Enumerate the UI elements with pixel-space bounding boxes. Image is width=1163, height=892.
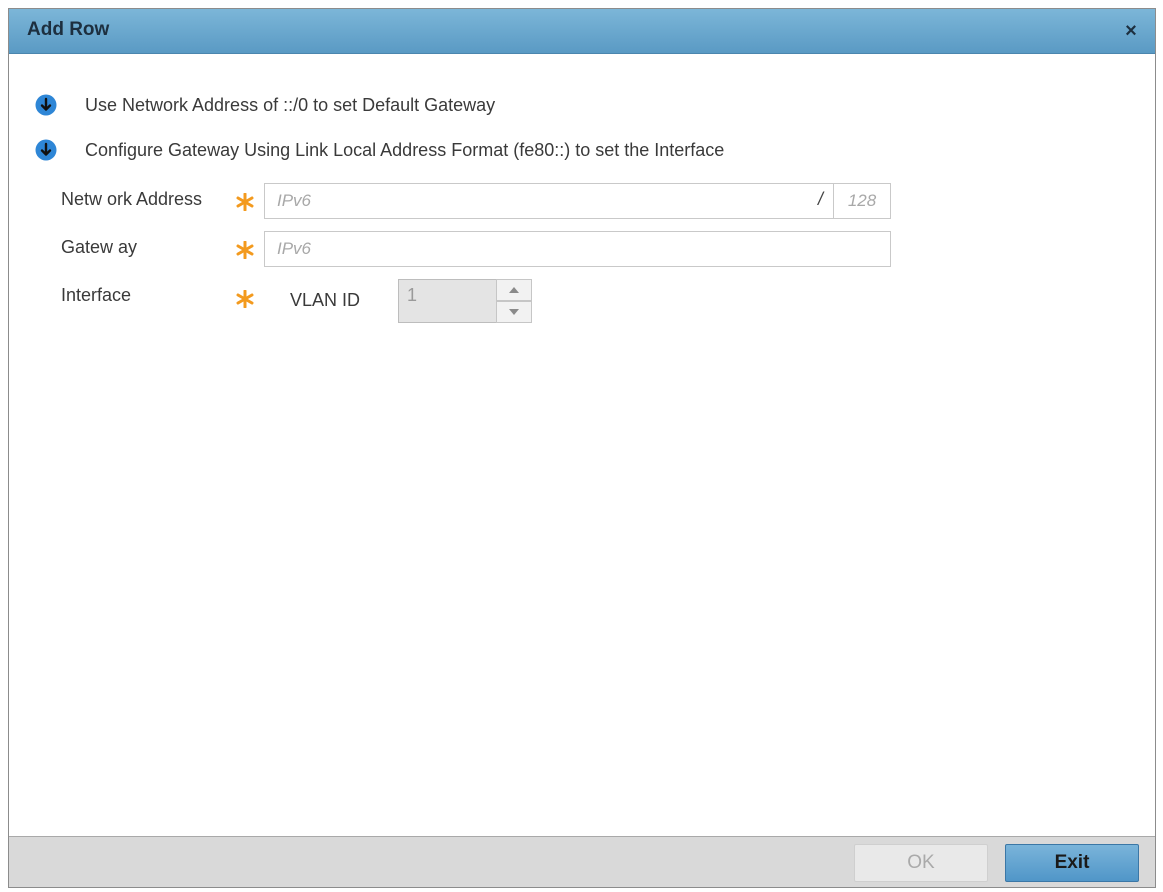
dialog-title-bar: Add Row × (9, 9, 1155, 54)
vlan-decrement-button[interactable] (496, 301, 532, 323)
info-line-link-local: Configure Gateway Using Link Local Addre… (35, 138, 724, 162)
prefix-separator: / (818, 189, 824, 209)
arrow-down-icon (509, 309, 519, 315)
close-icon[interactable]: × (1121, 21, 1141, 41)
info-text: Use Network Address of ::/0 to set Defau… (85, 94, 496, 115)
arrow-down-circle-icon (35, 94, 57, 116)
exit-button[interactable]: Exit (1005, 844, 1139, 882)
required-star-icon (236, 193, 254, 211)
dialog-footer: OK Exit (9, 836, 1155, 887)
vlan-id-input[interactable]: 1 (398, 279, 498, 323)
network-address-label: Netw ork Address (61, 189, 203, 209)
interface-label: Interface (61, 285, 132, 305)
arrow-up-icon (509, 287, 519, 293)
vlan-id-label: VLAN ID (290, 290, 361, 310)
dialog-title: Add Row (27, 19, 110, 40)
required-star-icon (236, 290, 254, 308)
vlan-increment-button[interactable] (496, 279, 532, 301)
add-row-dialog: Add Row × Use Network Address of ::/0 to… (8, 8, 1156, 888)
gateway-input[interactable]: IPv6 (264, 231, 891, 267)
required-star-icon (236, 241, 254, 259)
prefix-length-input[interactable]: 128 (833, 183, 891, 219)
gateway-label: Gatew ay (61, 237, 138, 257)
info-line-default-gateway: Use Network Address of ::/0 to set Defau… (35, 93, 495, 117)
arrow-down-circle-icon (35, 139, 57, 161)
network-address-input[interactable]: IPv6 (264, 183, 834, 219)
info-text: Configure Gateway Using Link Local Addre… (85, 139, 725, 160)
ok-button[interactable]: OK (854, 844, 988, 882)
